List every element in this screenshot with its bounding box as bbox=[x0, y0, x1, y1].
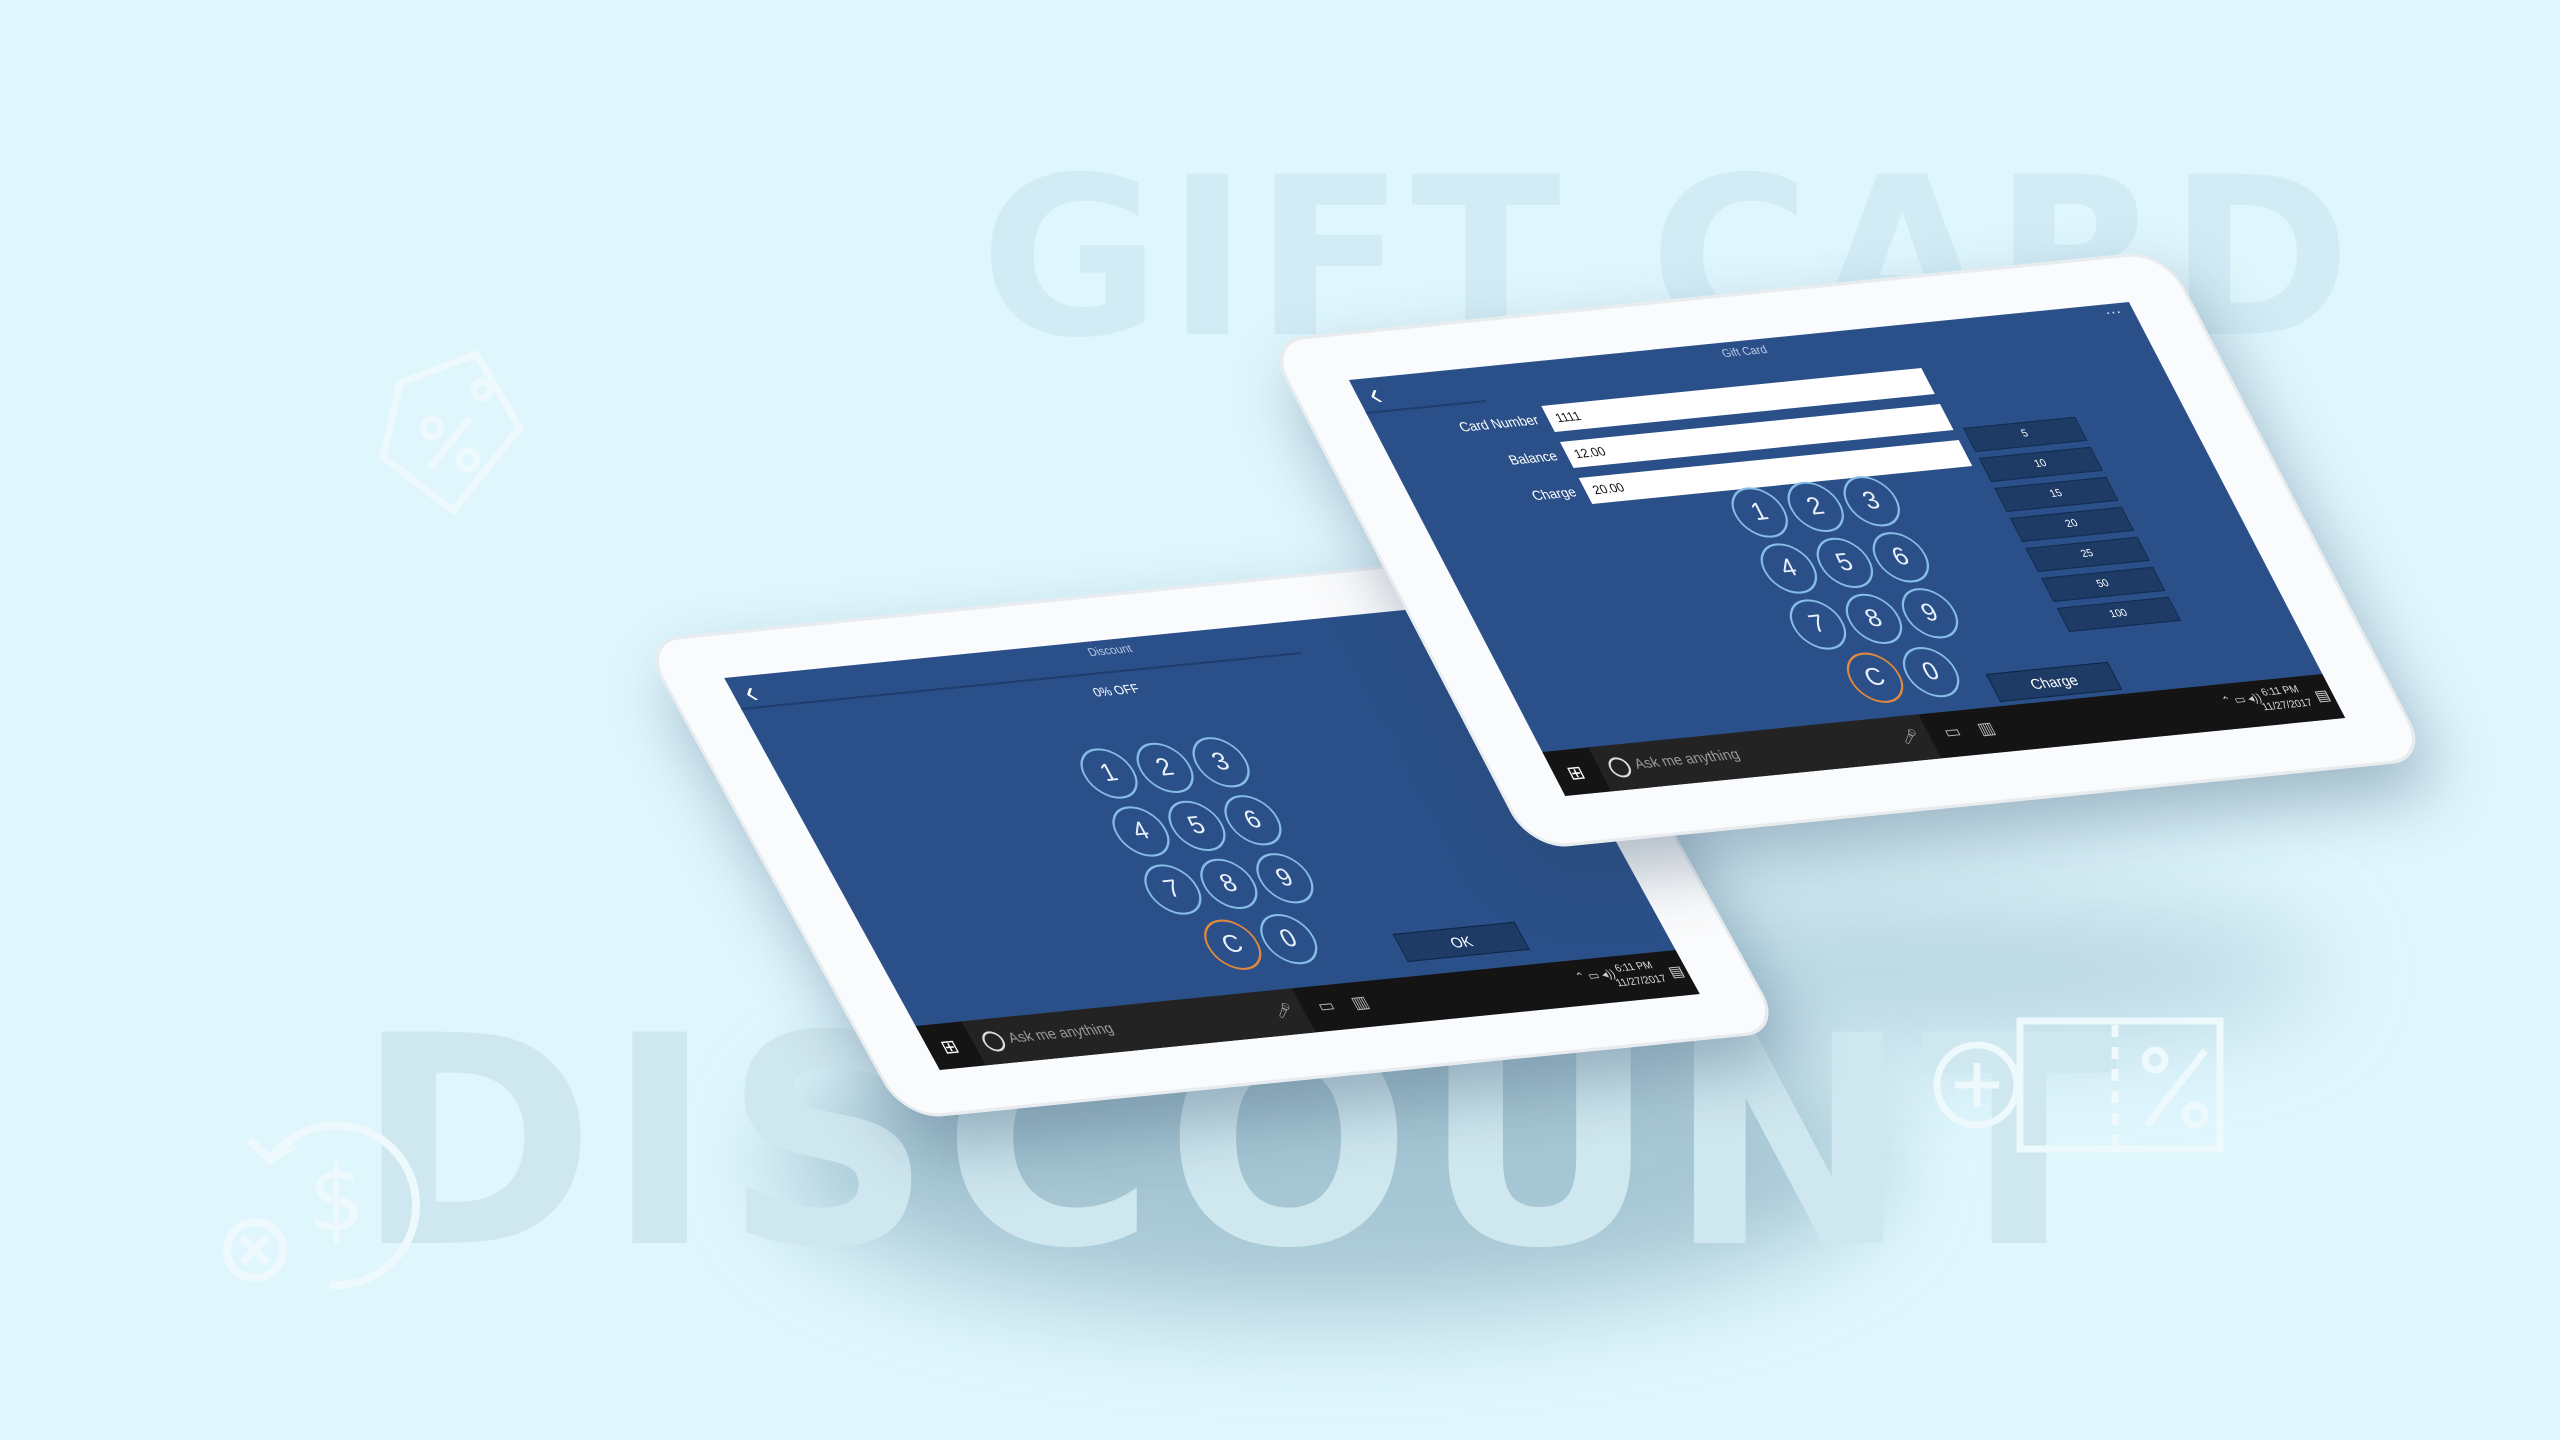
ok-button[interactable]: OK bbox=[1392, 921, 1530, 962]
cortana-search-box[interactable]: Ask me anything 🎤︎ bbox=[1588, 714, 1942, 792]
key-6[interactable]: 6 bbox=[1214, 792, 1292, 848]
giftcard-screen: Gift Card ··· ‹ Card Number 1111 Balance… bbox=[1348, 302, 2346, 796]
windows-start-icon[interactable]: ⊞ bbox=[936, 1034, 970, 1058]
taskbar-app-icon[interactable]: ▥ bbox=[1974, 718, 2000, 740]
quick-amount-25[interactable]: 25 bbox=[2025, 536, 2150, 572]
windows-start-icon[interactable]: ⊞ bbox=[1563, 760, 1596, 784]
key-clear[interactable]: C bbox=[1837, 650, 1914, 706]
key-9[interactable]: 9 bbox=[1246, 850, 1324, 906]
key-1[interactable]: 1 bbox=[1721, 485, 1798, 540]
key-3[interactable]: 3 bbox=[1182, 734, 1260, 790]
discount-percent-label: 0% OFF bbox=[1089, 681, 1143, 700]
notification-center-icon[interactable]: ▤ bbox=[2311, 686, 2333, 704]
search-placeholder: Ask me anything bbox=[1004, 1019, 1117, 1046]
money-refund-icon: $ bbox=[223, 1121, 420, 1290]
quick-amount-10[interactable]: 10 bbox=[1978, 446, 2104, 482]
key-7[interactable]: 7 bbox=[1779, 597, 1856, 652]
key-8[interactable]: 8 bbox=[1835, 591, 1912, 647]
notification-center-icon[interactable]: ▤ bbox=[1665, 962, 1688, 980]
key-5[interactable]: 5 bbox=[1806, 535, 1883, 591]
taskbar-clock[interactable]: 6:11 PM 11/27/2017 bbox=[1606, 958, 1671, 991]
key-0[interactable]: 0 bbox=[1250, 911, 1328, 967]
quick-amount-15[interactable]: 15 bbox=[1994, 476, 2119, 512]
taskbar-clock[interactable]: 6:11 PM 11/27/2017 bbox=[2252, 682, 2316, 715]
svg-text:$: $ bbox=[308, 1147, 365, 1252]
microphone-icon[interactable]: 🎤︎ bbox=[1270, 1001, 1297, 1020]
coupon-percent-icon bbox=[1933, 1017, 2224, 1153]
balance-label: Balance bbox=[1505, 448, 1561, 468]
key-2[interactable]: 2 bbox=[1777, 479, 1854, 535]
quick-amount-20[interactable]: 20 bbox=[2009, 506, 2135, 542]
key-9[interactable]: 9 bbox=[1891, 585, 1968, 641]
cortana-search-box[interactable]: Ask me anything 🎤︎ bbox=[961, 988, 1316, 1066]
windows-taskbar: ⊞ Ask me anything 🎤︎ ▭ ▥ ⌃ ▭ ◂)) 6:11 PM… bbox=[915, 950, 1700, 1070]
key-4[interactable]: 4 bbox=[1750, 541, 1827, 596]
charge-label: Charge bbox=[1528, 484, 1580, 504]
taskbar-app-icon[interactable]: ▥ bbox=[1347, 992, 1373, 1014]
card-number-label: Card Number bbox=[1455, 412, 1542, 435]
price-tag-percent-icon bbox=[378, 350, 525, 516]
quick-amount-5[interactable]: 5 bbox=[1963, 416, 2088, 452]
quick-amount-50[interactable]: 50 bbox=[2041, 566, 2166, 602]
cortana-icon bbox=[978, 1030, 1010, 1053]
microphone-icon[interactable]: 🎤︎ bbox=[1897, 727, 1924, 746]
task-view-icon[interactable]: ▭ bbox=[1313, 995, 1339, 1017]
search-placeholder: Ask me anything bbox=[1630, 745, 1743, 772]
key-0[interactable]: 0 bbox=[1893, 644, 1970, 700]
cortana-icon bbox=[1604, 756, 1635, 779]
task-view-icon[interactable]: ▭ bbox=[1940, 721, 1966, 743]
key-3[interactable]: 3 bbox=[1833, 473, 1910, 529]
key-6[interactable]: 6 bbox=[1862, 529, 1939, 585]
quick-amount-100[interactable]: 100 bbox=[2056, 596, 2182, 632]
